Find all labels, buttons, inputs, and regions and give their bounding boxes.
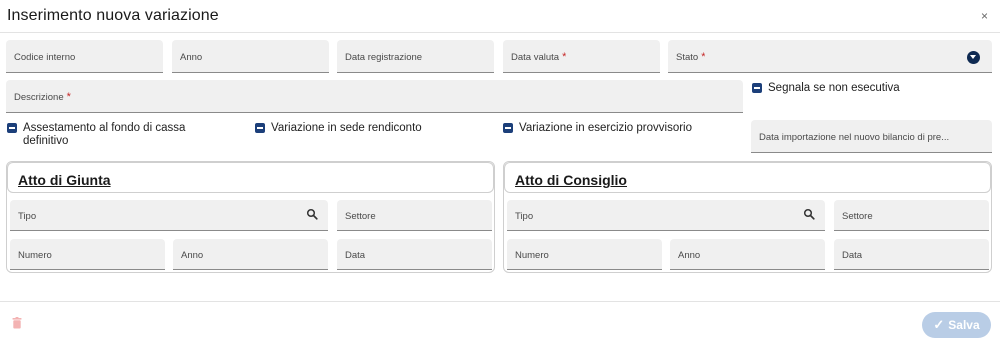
- atto-giunta-title: Atto di Giunta: [18, 172, 111, 188]
- checkbox-indeterminate-icon[interactable]: [503, 123, 513, 133]
- provvisorio-label: Variazione in esercizio provvisorio: [519, 122, 692, 134]
- atto-consiglio-title: Atto di Consiglio: [515, 172, 627, 188]
- data-valuta-field[interactable]: Data valuta *: [503, 40, 660, 73]
- checkbox-indeterminate-icon[interactable]: [752, 83, 762, 93]
- atto-giunta-header: Atto di Giunta: [7, 162, 494, 193]
- checkbox-indeterminate-icon[interactable]: [7, 123, 17, 133]
- giunta-numero-field[interactable]: Numero: [10, 239, 165, 270]
- atto-consiglio-header: Atto di Consiglio: [504, 162, 991, 193]
- codice-interno-field[interactable]: Codice interno: [6, 40, 163, 73]
- rendiconto-label: Variazione in sede rendiconto: [271, 122, 422, 134]
- consiglio-settore-label: Settore: [842, 211, 873, 222]
- trash-icon[interactable]: [12, 317, 22, 329]
- descrizione-field[interactable]: Descrizione *: [6, 80, 743, 113]
- variation-dialog: Inserimento nuova variazione × Codice in…: [0, 0, 1000, 343]
- data-registrazione-field[interactable]: Data registrazione: [337, 40, 494, 73]
- data-importazione-field[interactable]: Data importazione nel nuovo bilancio di …: [751, 120, 992, 153]
- consiglio-numero-label: Numero: [515, 250, 549, 261]
- required-mark: *: [701, 51, 706, 63]
- consiglio-data-field[interactable]: Data: [834, 239, 989, 270]
- dialog-footer: ✓ Salva: [0, 301, 1000, 343]
- save-button[interactable]: ✓ Salva: [922, 312, 991, 338]
- anno-label: Anno: [180, 52, 203, 63]
- consiglio-anno-field[interactable]: Anno: [670, 239, 825, 270]
- atto-consiglio-section: Atto di Consiglio Tipo Settore Numero An…: [503, 161, 992, 273]
- search-icon[interactable]: [306, 208, 318, 220]
- giunta-settore-field[interactable]: Settore: [337, 200, 492, 231]
- consiglio-tipo-label: Tipo: [515, 211, 534, 222]
- save-label: Salva: [948, 318, 980, 332]
- giunta-numero-label: Numero: [18, 250, 52, 261]
- giunta-anno-field[interactable]: Anno: [173, 239, 328, 270]
- stato-select[interactable]: Stato *: [668, 40, 992, 73]
- data-importazione-label: Data importazione nel nuovo bilancio di …: [759, 132, 950, 143]
- atto-giunta-section: Atto di Giunta Tipo Settore Numero Anno …: [6, 161, 495, 273]
- provvisorio-checkbox[interactable]: Variazione in esercizio provvisorio: [503, 122, 692, 135]
- codice-interno-label: Codice interno: [14, 52, 76, 63]
- consiglio-tipo-field[interactable]: Tipo: [507, 200, 825, 231]
- giunta-anno-label: Anno: [181, 250, 204, 261]
- required-mark: *: [66, 91, 71, 103]
- chevron-down-icon[interactable]: [967, 51, 980, 64]
- giunta-data-label: Data: [345, 250, 366, 261]
- consiglio-settore-field[interactable]: Settore: [834, 200, 989, 231]
- giunta-data-field[interactable]: Data: [337, 239, 492, 270]
- search-icon[interactable]: [803, 208, 815, 220]
- close-icon[interactable]: ×: [981, 10, 988, 22]
- dialog-title: Inserimento nuova variazione: [7, 7, 219, 24]
- segnala-label: Segnala se non esecutiva: [768, 82, 900, 94]
- consiglio-numero-field[interactable]: Numero: [507, 239, 662, 270]
- assestamento-checkbox[interactable]: Assestamento al fondo di cassa definitiv…: [7, 122, 227, 148]
- data-valuta-label: Data valuta *: [511, 51, 567, 63]
- giunta-tipo-field[interactable]: Tipo: [10, 200, 328, 231]
- giunta-tipo-label: Tipo: [18, 211, 37, 222]
- consiglio-data-label: Data: [842, 250, 863, 261]
- segnala-checkbox[interactable]: Segnala se non esecutiva: [752, 82, 900, 95]
- stato-label: Stato *: [676, 51, 706, 63]
- dialog-header: Inserimento nuova variazione ×: [0, 0, 1000, 33]
- data-registrazione-label: Data registrazione: [345, 52, 423, 63]
- required-mark: *: [562, 51, 567, 63]
- anno-field[interactable]: Anno: [172, 40, 329, 73]
- descrizione-label: Descrizione *: [14, 91, 71, 103]
- giunta-settore-label: Settore: [345, 211, 376, 222]
- assestamento-label: Assestamento al fondo di cassa definitiv…: [23, 122, 186, 147]
- check-icon: ✓: [933, 317, 945, 332]
- checkbox-indeterminate-icon[interactable]: [255, 123, 265, 133]
- consiglio-anno-label: Anno: [678, 250, 701, 261]
- rendiconto-checkbox[interactable]: Variazione in sede rendiconto: [255, 122, 422, 135]
